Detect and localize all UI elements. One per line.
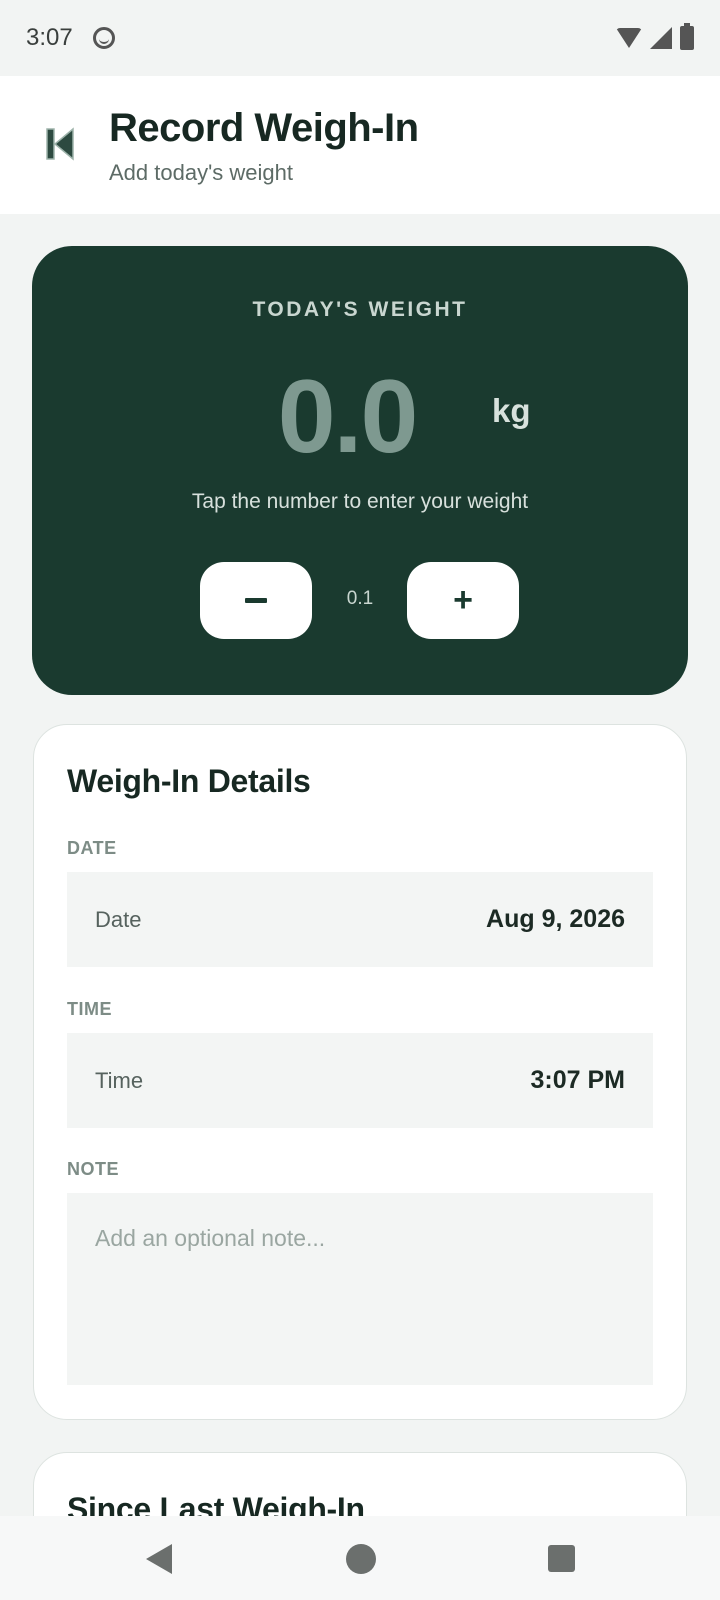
status-icons <box>616 23 694 50</box>
date-field[interactable]: Date Aug 9, 2026 <box>67 872 653 967</box>
date-value: Aug 9, 2026 <box>486 905 625 933</box>
step-size: 0.1 <box>346 588 374 609</box>
time-value: 3:07 PM <box>530 1066 625 1094</box>
note-section-label: NOTE <box>67 1159 120 1179</box>
app-notification-icon <box>92 27 115 49</box>
note-input[interactable]: Add an optional note... <box>67 1193 653 1385</box>
system-nav-bar <box>0 1516 720 1600</box>
date-row-label: Date <box>95 906 142 932</box>
status-time: 3:07 <box>26 24 73 51</box>
cell-signal-icon <box>650 27 672 49</box>
date-section-label: DATE <box>67 838 117 858</box>
time-section-label: TIME <box>67 999 112 1019</box>
time-field[interactable]: Time 3:07 PM <box>67 1033 653 1128</box>
page-title: Record Weigh-In <box>109 106 419 150</box>
minus-icon <box>245 598 267 603</box>
weight-label: TODAY'S WEIGHT <box>252 298 468 321</box>
page-subtitle: Add today's weight <box>109 160 293 185</box>
weight-unit: kg <box>492 392 531 429</box>
app-header: Record Weigh-In Add today's weight <box>0 76 720 214</box>
time-row-label: Time <box>95 1067 144 1093</box>
weight-hint: Tap the number to enter your weight <box>191 490 529 513</box>
weight-value[interactable]: 0.0 <box>242 358 452 477</box>
plus-icon: + <box>453 581 473 619</box>
nav-back-icon[interactable] <box>146 1544 172 1574</box>
back-button[interactable] <box>36 120 84 168</box>
details-title: Weigh-In Details <box>67 763 311 799</box>
increment-button[interactable]: + <box>407 562 519 639</box>
wifi-icon <box>616 28 642 48</box>
skip-back-icon <box>46 127 74 161</box>
nav-home-icon[interactable] <box>346 1544 376 1574</box>
decrement-button[interactable] <box>200 562 312 639</box>
weight-card: TODAY'S WEIGHT 0.0 kg Tap the number to … <box>32 246 688 695</box>
battery-icon <box>680 23 694 50</box>
weigh-in-details-card: Weigh-In Details DATE Date Aug 9, 2026 T… <box>33 724 687 1420</box>
nav-recents-icon[interactable] <box>548 1545 575 1572</box>
status-bar: 3:07 <box>0 0 720 76</box>
